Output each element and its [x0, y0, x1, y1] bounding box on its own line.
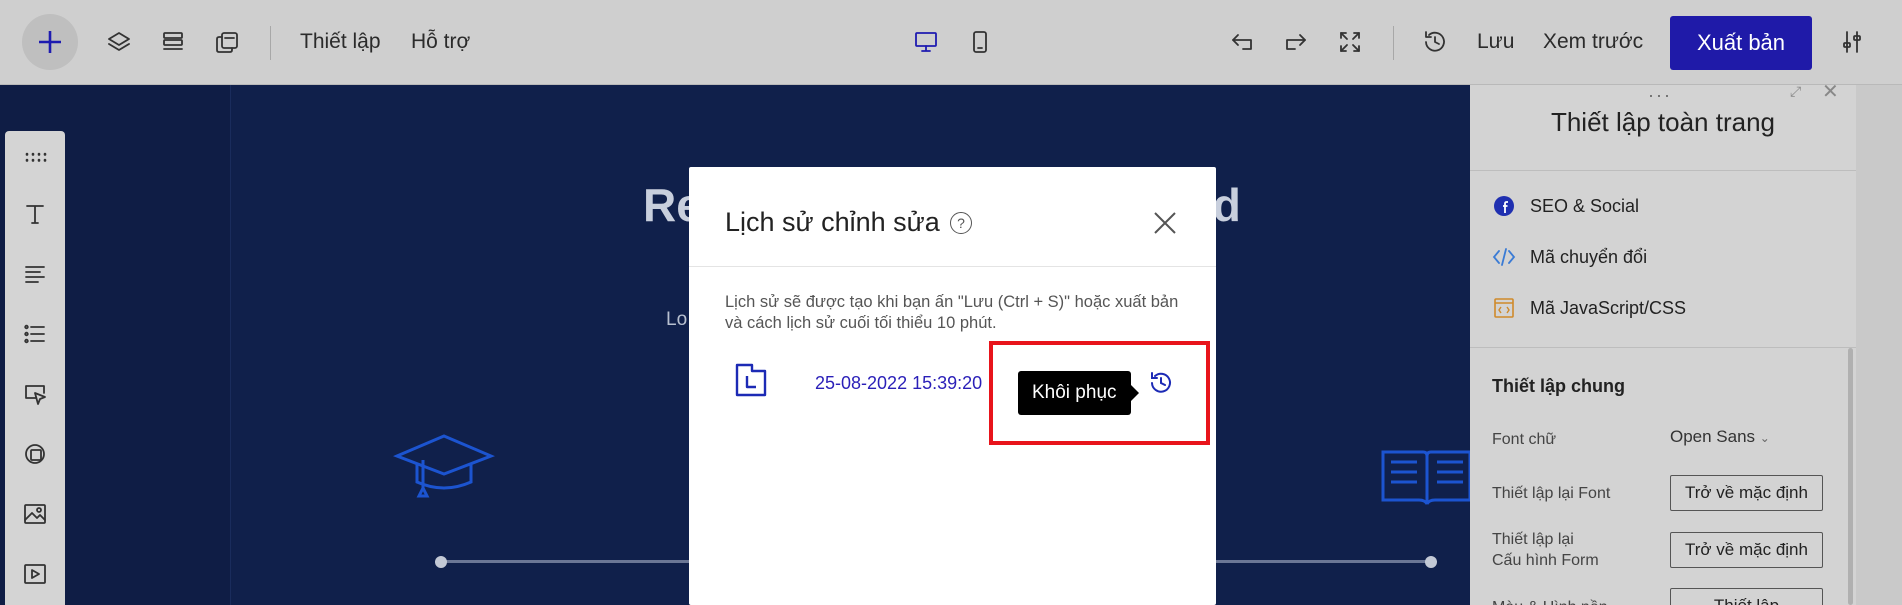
dialog-divider: [689, 266, 1216, 267]
history-item-date[interactable]: 25-08-2022 15:39:20: [815, 373, 982, 394]
toolbar-divider: [1393, 26, 1394, 60]
top-toolbar: Thiết lập Hỗ trợ Lưu Xem trước Xuất bản: [0, 0, 1902, 85]
drag-handle[interactable]: [17, 139, 53, 175]
background-settings-button[interactable]: Thiết lập: [1670, 588, 1823, 605]
text-icon: [26, 205, 44, 224]
dialog-description: Lịch sử sẽ được tạo khi bạn ấn "Lưu (Ctr…: [725, 293, 1179, 332]
history-file-icon: [734, 362, 768, 398]
slider-handle-left[interactable]: [435, 556, 447, 568]
sections-icon: [163, 32, 183, 50]
js-css-link[interactable]: Mã JavaScript/CSS: [1492, 293, 1686, 323]
sliders-icon: [1843, 31, 1861, 53]
reset-form-label-line1: Thiết lập lại: [1492, 531, 1574, 548]
button-tool[interactable]: [17, 376, 53, 412]
code-file-icon: [1492, 296, 1516, 320]
video-icon: [24, 564, 46, 584]
slider-handle-right[interactable]: [1425, 556, 1437, 568]
shapes-icon: [25, 444, 45, 464]
panel-divider: [1470, 170, 1856, 171]
general-settings-heading: Thiết lập chung: [1492, 376, 1625, 396]
history-button[interactable]: [1415, 22, 1455, 62]
list-tool[interactable]: [17, 316, 53, 352]
expand-icon: [1340, 32, 1360, 52]
facebook-icon: [1492, 194, 1516, 218]
help-icon[interactable]: ?: [950, 212, 972, 234]
list-icon: [24, 324, 45, 344]
page-settings-panel: ··· ⤢ ✕ Thiết lập toàn trang SEO & Socia…: [1470, 81, 1856, 605]
panel-title: Thiết lập toàn trang: [1550, 107, 1776, 137]
image-tool[interactable]: [17, 496, 53, 532]
expand-panel-icon[interactable]: ⤢: [1790, 83, 1801, 100]
support-menu[interactable]: Hỗ trợ: [411, 26, 470, 58]
paragraph-icon: [25, 266, 45, 283]
save-button[interactable]: Lưu: [1477, 26, 1514, 58]
text-tool[interactable]: [17, 196, 53, 232]
reset-form-label: Thiết lập lại Cấu hình Form: [1492, 529, 1599, 571]
advanced-settings-button[interactable]: [1832, 22, 1872, 62]
conversion-code-label: Mã chuyển đổi: [1530, 246, 1648, 267]
reset-form-button[interactable]: Trở về mặc định: [1670, 532, 1823, 568]
seo-social-label: SEO & Social: [1530, 195, 1640, 216]
reset-font-button[interactable]: Trở về mặc định: [1670, 475, 1823, 511]
reset-font-label: Thiết lập lại Font: [1492, 485, 1611, 502]
video-tool[interactable]: [17, 556, 53, 592]
preview-button[interactable]: Xem trước: [1543, 26, 1643, 58]
highlight-box: [989, 341, 1210, 445]
publish-button[interactable]: Xuất bản: [1670, 16, 1812, 70]
add-element-button[interactable]: [22, 14, 78, 70]
plus-icon: [39, 31, 61, 53]
layers-icon: [108, 32, 130, 51]
close-icon: [1154, 212, 1176, 234]
slider-track-right: [1216, 560, 1431, 563]
font-label: Font chữ: [1492, 431, 1557, 448]
panel-scrollbar[interactable]: [1848, 348, 1853, 605]
paragraph-tool[interactable]: [17, 256, 53, 292]
slider-track-left: [441, 560, 689, 563]
font-select[interactable]: Open Sans ⌄: [1670, 427, 1770, 447]
pages-icon: [216, 32, 238, 53]
sections-button[interactable]: [153, 22, 193, 62]
chevron-down-icon: ⌄: [1759, 431, 1770, 445]
close-dialog-button[interactable]: [1151, 209, 1181, 239]
background-label: Màu & Hình nền: [1492, 597, 1608, 605]
right-margin-area: [1856, 85, 1902, 605]
shape-tool[interactable]: [17, 436, 53, 472]
close-panel-icon[interactable]: ✕: [1822, 79, 1839, 104]
history-icon: [1425, 31, 1445, 52]
mobile-icon: [973, 31, 987, 53]
panel-divider: [1470, 347, 1856, 348]
layers-button[interactable]: [99, 22, 139, 62]
redo-icon: [1286, 34, 1306, 50]
open-book-icon: [1379, 448, 1474, 513]
conversion-code-link[interactable]: Mã chuyển đổi: [1492, 242, 1647, 272]
element-toolbar: [5, 131, 65, 605]
desktop-view-button[interactable]: [906, 22, 946, 62]
undo-icon: [1232, 34, 1252, 50]
reset-form-label-line2: Cấu hình Form: [1492, 552, 1599, 569]
toolbar-divider: [270, 26, 271, 60]
font-select-value: Open Sans: [1670, 427, 1756, 446]
code-icon: [1492, 245, 1516, 269]
seo-social-link[interactable]: SEO & Social: [1492, 191, 1639, 221]
panel-drag-handle[interactable]: ···: [1648, 85, 1672, 106]
pages-button[interactable]: [207, 22, 247, 62]
mobile-view-button[interactable]: [960, 22, 1000, 62]
drag-dots-icon: [25, 152, 47, 162]
redo-button[interactable]: [1276, 22, 1316, 62]
image-icon: [24, 504, 46, 524]
fullscreen-button[interactable]: [1330, 22, 1370, 62]
hero-subtitle-fragment: Lo: [666, 309, 688, 330]
dialog-title: Lịch sử chỉnh sửa: [725, 207, 940, 237]
js-css-label: Mã JavaScript/CSS: [1530, 297, 1687, 318]
settings-menu[interactable]: Thiết lập: [300, 26, 381, 58]
cursor-box-icon: [25, 385, 46, 405]
graduation-cap-icon: [392, 430, 496, 505]
desktop-icon: [915, 32, 937, 52]
undo-button[interactable]: [1222, 22, 1262, 62]
